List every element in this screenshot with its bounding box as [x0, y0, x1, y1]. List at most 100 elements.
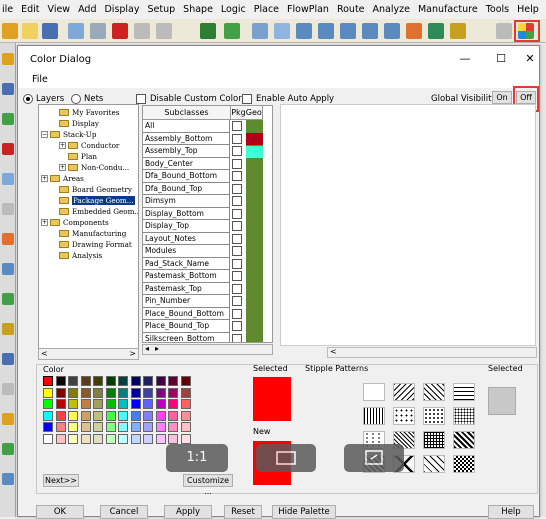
subclass-visibility-checkbox[interactable]: [232, 333, 242, 342]
palette-color-swatch[interactable]: [68, 399, 78, 409]
stipple-pattern-swatch[interactable]: [393, 383, 415, 401]
palette-color-swatch[interactable]: [105, 422, 116, 432]
palette-color-swatch[interactable]: [130, 387, 141, 398]
tree-item[interactable]: + Conductor: [59, 140, 119, 151]
tree-item[interactable]: Display: [50, 118, 99, 129]
app-menu-item[interactable]: Analyze: [373, 4, 410, 15]
subclass-row-label[interactable]: Place_Bound_Top: [143, 320, 230, 333]
zoom-previous-icon[interactable]: [384, 23, 400, 39]
palette-color-swatch[interactable]: [80, 399, 91, 409]
app-menu-item[interactable]: Tools: [486, 4, 509, 15]
subclass-row-label[interactable]: Dfa_Bound_Bottom: [143, 170, 230, 183]
palette-color-swatch[interactable]: [130, 376, 141, 386]
palette-color-swatch[interactable]: [143, 376, 153, 386]
subclass-visibility-checkbox[interactable]: [232, 221, 242, 231]
tool-icon[interactable]: [2, 473, 14, 485]
stipple-pattern-swatch[interactable]: [423, 431, 445, 449]
palette-color-swatch[interactable]: [68, 410, 78, 421]
palette-color-swatch[interactable]: [55, 387, 66, 398]
layers-icon[interactable]: [274, 23, 290, 39]
tool-icon[interactable]: [2, 353, 14, 365]
palette-color-swatch[interactable]: [93, 387, 103, 398]
stipple-pattern-swatch[interactable]: [453, 431, 475, 449]
subclass-visibility-checkbox[interactable]: [232, 308, 242, 319]
subclass-visibility-checkbox[interactable]: [232, 183, 242, 194]
palette-color-swatch[interactable]: [80, 387, 91, 398]
palette-color-swatch[interactable]: [105, 433, 116, 444]
stipple-pattern-swatch[interactable]: [453, 407, 475, 425]
palette-color-swatch[interactable]: [55, 376, 66, 386]
palette-color-swatch[interactable]: [55, 433, 66, 444]
grid-icon[interactable]: [252, 23, 268, 39]
palette-color-swatch[interactable]: [143, 387, 153, 398]
subclass-row-label[interactable]: Pin_Number: [143, 295, 230, 308]
undo-icon[interactable]: [134, 23, 150, 39]
palette-color-swatch[interactable]: [118, 433, 128, 444]
customize-button[interactable]: Customize ...: [183, 474, 233, 496]
palette-color-swatch[interactable]: [43, 410, 53, 421]
tool-icon[interactable]: [2, 233, 14, 245]
palette-color-swatch[interactable]: [180, 422, 191, 432]
palette-color-swatch[interactable]: [55, 422, 66, 432]
palette-color-swatch[interactable]: [180, 376, 191, 386]
palette-color-swatch[interactable]: [155, 433, 166, 444]
palette-color-swatch[interactable]: [130, 399, 141, 409]
tool-icon[interactable]: [2, 173, 14, 185]
stipple-pattern-swatch[interactable]: [363, 407, 385, 425]
right-horizontal-scrollbar[interactable]: <: [327, 347, 537, 358]
subclass-row-label[interactable]: All: [143, 120, 230, 133]
app-menu-item[interactable]: Shape: [183, 4, 213, 15]
palette-color-swatch[interactable]: [155, 422, 166, 432]
maximize-button[interactable]: ☐: [491, 52, 511, 65]
app-menu-item[interactable]: Logic: [221, 4, 246, 15]
disable-custom-colors-checkbox[interactable]: Disable Custom Colors: [136, 94, 246, 104]
collapse-icon[interactable]: −: [41, 131, 48, 138]
palette-color-swatch[interactable]: [43, 399, 53, 409]
palette-color-swatch[interactable]: [105, 399, 116, 409]
stipple-pattern-swatch[interactable]: [423, 455, 445, 473]
app-menu-item[interactable]: Display: [104, 4, 139, 15]
redo-icon[interactable]: [156, 23, 172, 39]
palette-color-swatch[interactable]: [180, 399, 191, 409]
enable-auto-apply-checkbox[interactable]: Enable Auto Apply: [242, 94, 334, 104]
palette-color-swatch[interactable]: [143, 433, 153, 444]
visibility-on-button[interactable]: On: [492, 91, 512, 104]
subclass-row-label[interactable]: Body_Center: [143, 157, 230, 170]
stipple-pattern-swatch[interactable]: [423, 383, 445, 401]
scroll-left-icon[interactable]: <: [330, 347, 337, 356]
subclass-visibility-checkbox[interactable]: [232, 158, 242, 169]
tree-item[interactable]: Board Geometry: [50, 184, 132, 195]
palette-color-swatch[interactable]: [80, 433, 91, 444]
delete-icon[interactable]: [112, 23, 128, 39]
palette-color-swatch[interactable]: [93, 433, 103, 444]
tree-item[interactable]: Drawing Format: [50, 239, 132, 250]
palette-color-swatch[interactable]: [80, 422, 91, 432]
palette-color-swatch[interactable]: [105, 376, 116, 386]
scroll-left-icon[interactable]: ◂: [145, 344, 149, 353]
palette-color-swatch[interactable]: [68, 433, 78, 444]
subclass-row-label[interactable]: Layout_Notes: [143, 232, 230, 245]
layers-radio[interactable]: Layers: [23, 94, 64, 104]
expand-icon[interactable]: +: [41, 175, 48, 182]
subclass-visibility-checkbox[interactable]: [232, 171, 242, 181]
subclass-visibility-checkbox[interactable]: [232, 208, 242, 219]
flag-icon[interactable]: [200, 23, 216, 39]
app-menu-item[interactable]: ile: [2, 4, 13, 15]
tool-icon[interactable]: [2, 293, 14, 305]
palette-color-swatch[interactable]: [80, 410, 91, 421]
tool-icon[interactable]: [2, 263, 14, 275]
palette-color-swatch[interactable]: [68, 387, 78, 398]
palette-color-swatch[interactable]: [168, 433, 178, 444]
stipple-pattern-swatch[interactable]: [363, 383, 385, 401]
subclass-row-label[interactable]: Dfa_Bound_Top: [143, 182, 230, 195]
tree-item[interactable]: + Non-Condu...: [59, 162, 129, 173]
palette-color-swatch[interactable]: [55, 399, 66, 409]
palette-color-swatch[interactable]: [93, 422, 103, 432]
palette-color-swatch[interactable]: [130, 410, 141, 421]
subclass-row-label[interactable]: Display_Bottom: [143, 207, 230, 220]
tool-icon[interactable]: [2, 443, 14, 455]
stipple-pattern-swatch[interactable]: [453, 455, 475, 473]
tree-item[interactable]: Manufacturing: [50, 228, 126, 239]
tree-item[interactable]: Analysis: [50, 250, 102, 261]
palette-color-swatch[interactable]: [43, 387, 53, 398]
